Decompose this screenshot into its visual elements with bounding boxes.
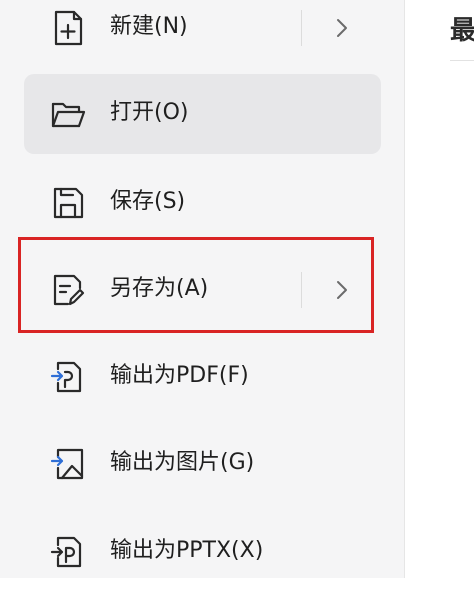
menu-item-export-pptx[interactable]: 输出为PPTX(X) (24, 512, 381, 592)
new-file-icon (48, 8, 88, 48)
export-pdf-icon (48, 357, 88, 397)
menu-item-label: 新建(N) (110, 14, 188, 39)
save-as-icon (48, 270, 88, 310)
recent-pane-divider (450, 60, 474, 61)
export-image-icon (48, 444, 88, 484)
folder-open-icon (48, 94, 88, 134)
menu-item-export-pdf[interactable]: 输出为PDF(F) (24, 337, 381, 417)
file-menu-panel: 新建(N) 打开(O) 保存(S) 另存为(A) 输出为PDF(F) 输出为图片… (0, 0, 404, 578)
menu-item-label: 输出为PPTX(X) (110, 538, 264, 563)
export-pptx-icon (48, 532, 88, 572)
chevron-right-icon[interactable] (329, 277, 355, 303)
menu-item-new[interactable]: 新建(N) (24, 0, 381, 68)
menu-item-label: 保存(S) (110, 189, 186, 214)
chevron-right-icon[interactable] (329, 15, 355, 41)
recent-pane-title: 最 (450, 16, 474, 46)
submenu-divider (301, 10, 302, 46)
menu-item-save-as[interactable]: 另存为(A) (24, 250, 381, 330)
save-icon (48, 183, 88, 223)
menu-item-label: 另存为(A) (110, 276, 209, 301)
menu-item-label: 输出为图片(G) (110, 450, 255, 475)
menu-item-label: 打开(O) (110, 100, 189, 125)
menu-item-open[interactable]: 打开(O) (24, 74, 381, 154)
recent-files-pane (405, 0, 474, 578)
menu-item-save[interactable]: 保存(S) (24, 163, 381, 243)
menu-item-export-image[interactable]: 输出为图片(G) (24, 424, 381, 504)
menu-item-label: 输出为PDF(F) (110, 363, 249, 388)
submenu-divider (301, 272, 302, 308)
